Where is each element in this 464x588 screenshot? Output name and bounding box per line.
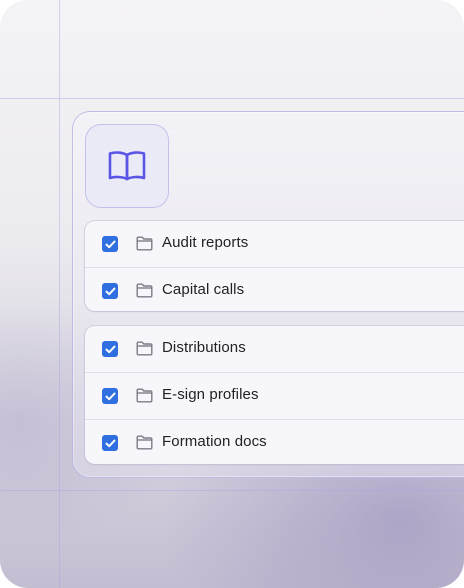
checkmark-icon <box>105 439 115 447</box>
book-icon <box>108 151 146 181</box>
folder-row[interactable]: Distributions <box>85 326 464 372</box>
checkmark-icon <box>105 392 115 400</box>
folder-icon <box>136 341 153 356</box>
guide-line-vertical <box>59 0 60 588</box>
folder-icon <box>136 388 153 403</box>
folder-row[interactable]: Formation docs <box>85 419 464 466</box>
folder-row[interactable]: Audit reports <box>85 221 464 267</box>
book-icon-tile <box>85 124 169 208</box>
folder-label: Capital calls <box>162 281 245 298</box>
checkbox-checked[interactable] <box>102 341 118 357</box>
folder-row[interactable]: E-sign profiles <box>85 372 464 419</box>
folder-label: Formation docs <box>162 433 267 450</box>
folder-label: E-sign profiles <box>162 386 259 403</box>
folder-group-2: Distributions E-sign profiles Formation … <box>85 326 464 464</box>
folder-group-1: Audit reports Capital calls <box>85 221 464 311</box>
checkbox-checked[interactable] <box>102 435 118 451</box>
folder-icon <box>136 435 153 450</box>
checkmark-icon <box>105 240 115 248</box>
folder-label: Audit reports <box>162 234 249 251</box>
checkbox-checked[interactable] <box>102 388 118 404</box>
folder-icon <box>136 283 153 298</box>
folder-label: Distributions <box>162 339 246 356</box>
checkmark-icon <box>105 287 115 295</box>
guide-line-top <box>0 98 464 99</box>
app-frame: Audit reports Capital calls Distribution… <box>0 0 464 588</box>
folder-icon <box>136 236 153 251</box>
checkbox-checked[interactable] <box>102 283 118 299</box>
folder-row[interactable]: Capital calls <box>85 267 464 314</box>
guide-line-bottom <box>0 490 464 491</box>
checkmark-icon <box>105 345 115 353</box>
checkbox-checked[interactable] <box>102 236 118 252</box>
